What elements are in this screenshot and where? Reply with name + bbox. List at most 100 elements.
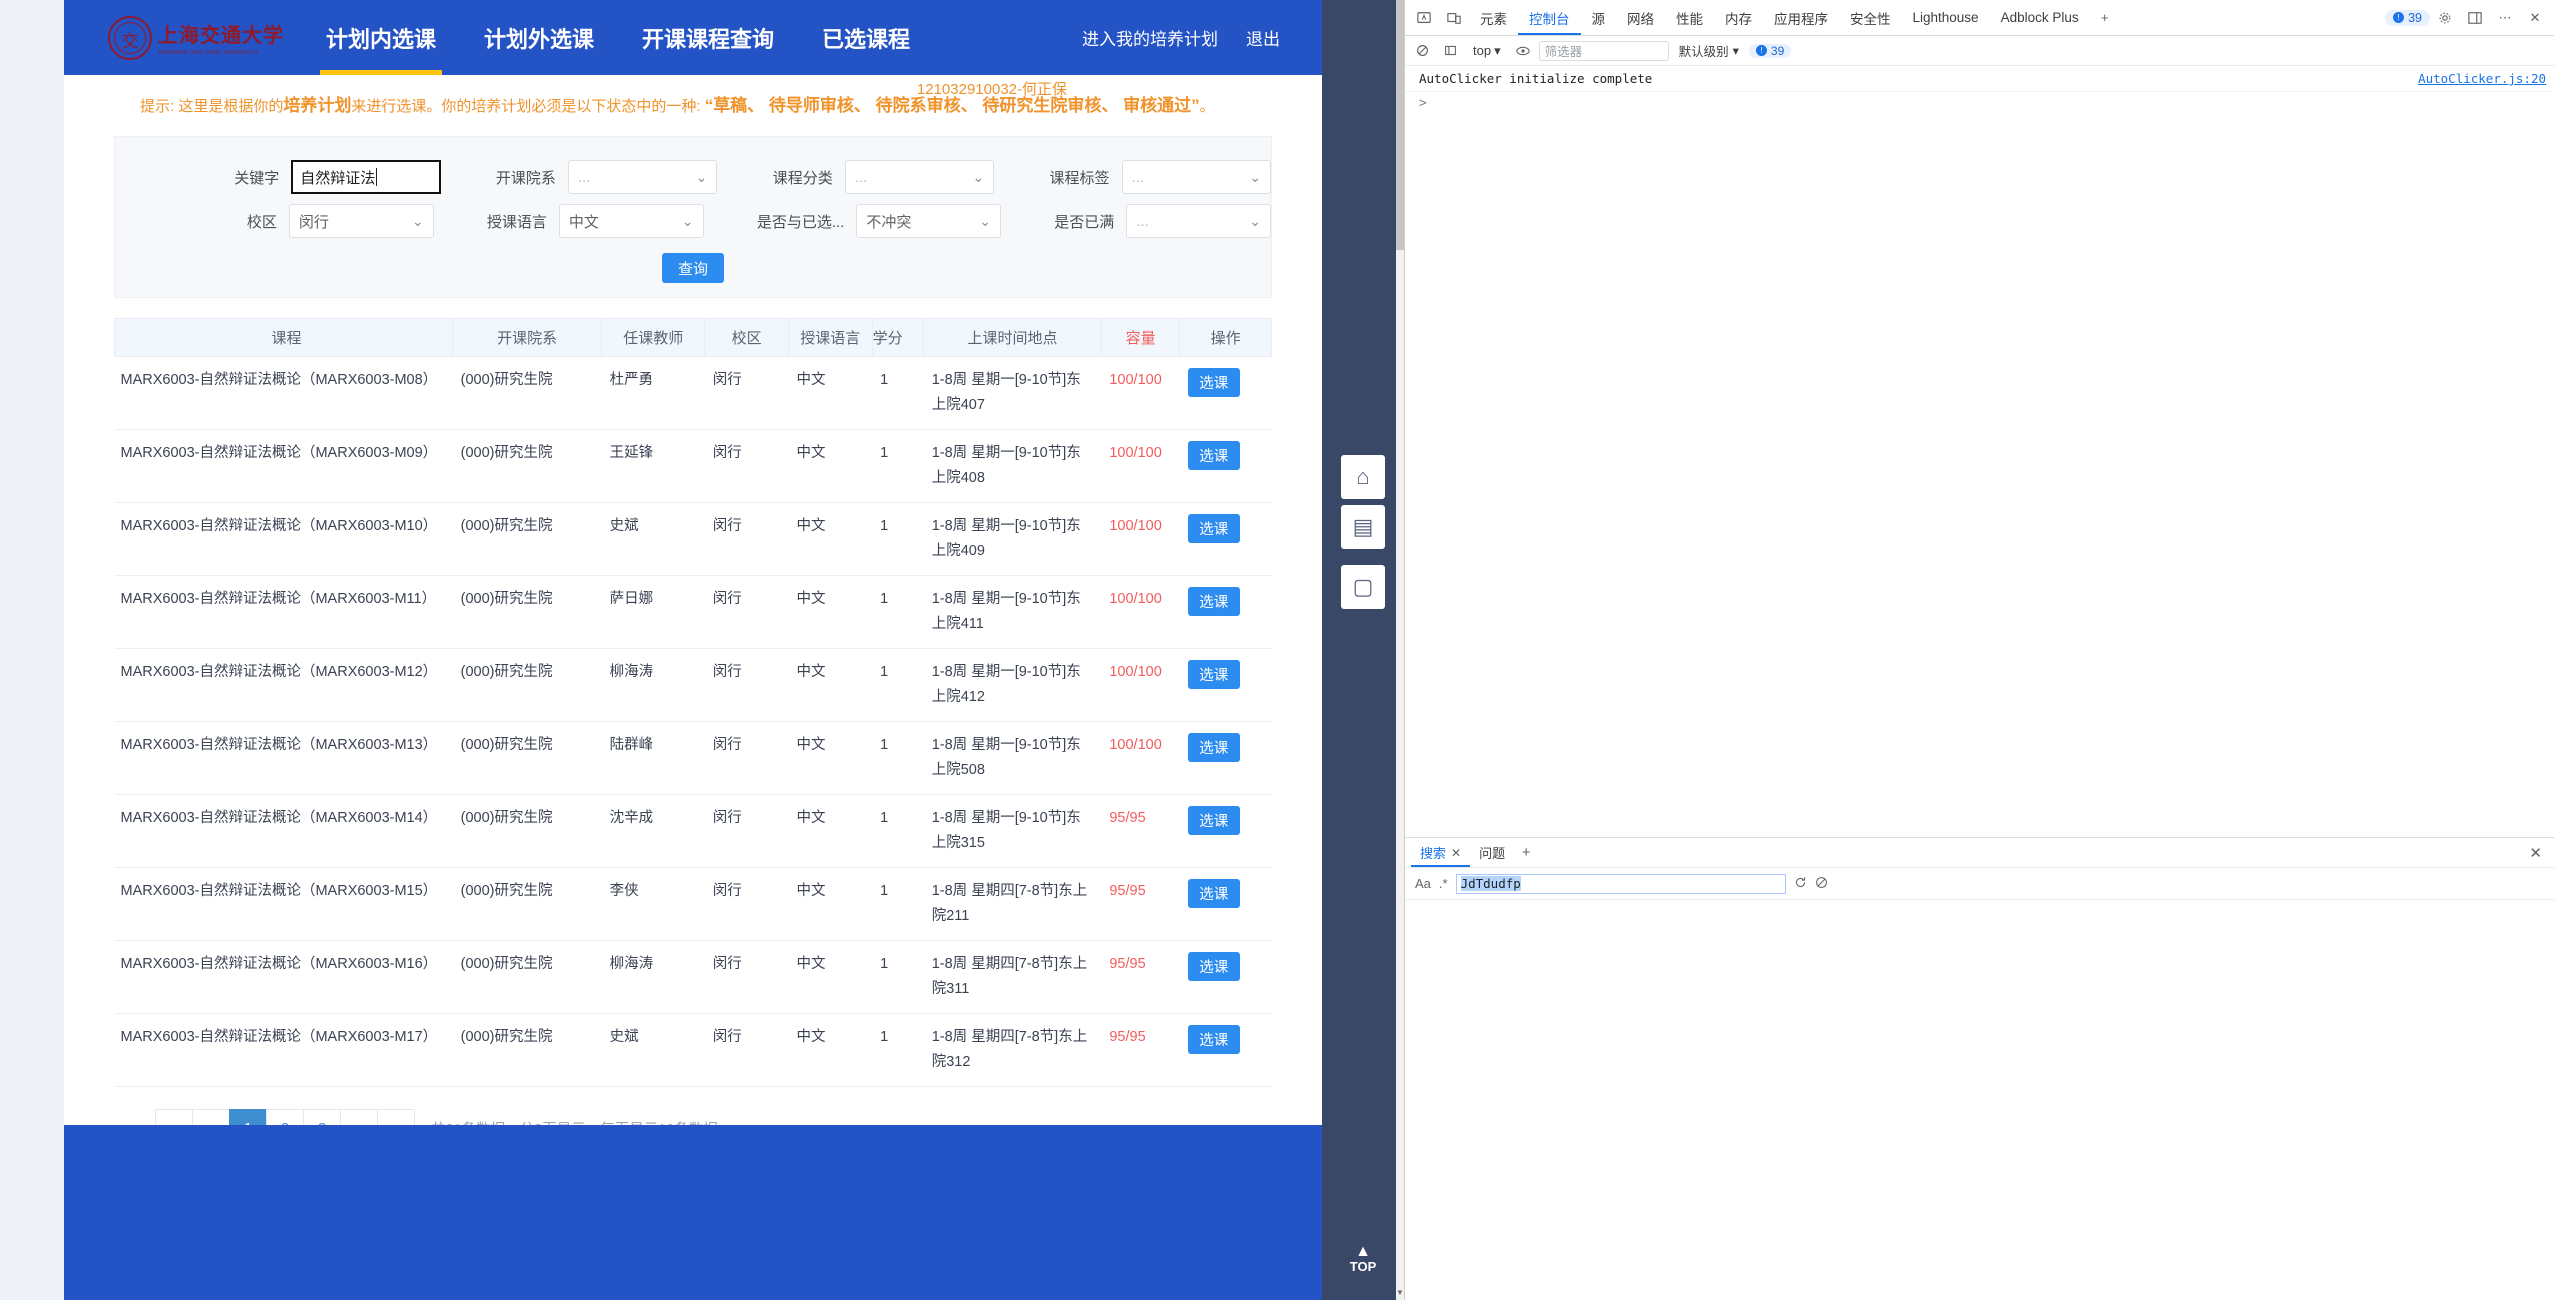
category-select[interactable]: ...⌄ <box>845 160 994 194</box>
add-drawer-tab-icon[interactable]: + <box>1514 844 1538 861</box>
nav-item-plan-courses[interactable]: 计划内选课 <box>302 0 460 75</box>
device-toolbar-icon[interactable] <box>1439 4 1469 32</box>
devtools-tabbar: 元素 控制台 源 网络 性能 内存 应用程序 安全性 Lighthouse Ad… <box>1405 0 2554 36</box>
dept-select[interactable]: ...⌄ <box>568 160 717 194</box>
drawer-tab-search[interactable]: 搜索 ✕ <box>1411 839 1470 867</box>
scroll-down-arrow-icon[interactable]: ▼ <box>1396 1286 1404 1300</box>
console-filter-input[interactable]: 筛选器 <box>1539 41 1669 61</box>
eye-icon[interactable] <box>1513 37 1533 65</box>
search-input[interactable]: JdTdudfp <box>1456 874 1786 894</box>
course-credit: 1 <box>872 649 924 722</box>
th-action: 操作 <box>1180 319 1272 357</box>
select-course-button[interactable]: 选课 <box>1188 952 1240 981</box>
site-logo[interactable]: 交 上海交通大学 SHANGHAI JIAO TONG UNIVERSITY <box>108 10 258 66</box>
settings-gear-icon[interactable] <box>2430 4 2460 32</box>
course-dept: (000)研究生院 <box>453 430 602 503</box>
select-course-button[interactable]: 选课 <box>1188 514 1240 543</box>
console-issue-pill[interactable]: ! 39 <box>1749 44 1791 58</box>
lang-select[interactable]: 中文⌄ <box>559 204 704 238</box>
tab-lighthouse[interactable]: Lighthouse <box>1902 1 1990 35</box>
console-log-row: AutoClicker initialize complete AutoClic… <box>1405 66 2554 92</box>
course-campus: 闵行 <box>705 430 789 503</box>
nav-item-selected-courses[interactable]: 已选课程 <box>798 0 934 75</box>
rail-calendar-button[interactable]: ▤ <box>1341 505 1385 549</box>
nav-link-logout[interactable]: 退出 <box>1246 25 1280 50</box>
more-options-icon[interactable]: ⋯ <box>2490 4 2520 32</box>
add-panel-icon[interactable]: + <box>2090 4 2120 32</box>
clear-search-icon[interactable] <box>1815 876 1828 892</box>
nav-item-course-query[interactable]: 开课课程查询 <box>618 0 798 75</box>
nav-link-my-plan[interactable]: 进入我的培养计划 <box>1082 25 1218 50</box>
console-output[interactable]: AutoClicker initialize complete AutoClic… <box>1405 66 2554 837</box>
execution-context-select[interactable]: top ▾ <box>1467 41 1507 61</box>
course-language: 中文 <box>788 868 872 941</box>
back-to-top-button[interactable]: ▲ TOP <box>1322 1245 1404 1274</box>
select-course-button[interactable]: 选课 <box>1188 368 1240 397</box>
course-capacity: 100/100 <box>1101 503 1179 576</box>
select-course-button[interactable]: 选课 <box>1188 587 1240 616</box>
search-input-value: JdTdudfp <box>1461 876 1521 891</box>
select-course-button[interactable]: 选课 <box>1188 806 1240 835</box>
tab-console[interactable]: 控制台 <box>1518 1 1581 35</box>
log-level-select[interactable]: 默认级别 ▾ <box>1675 41 1743 60</box>
sidebar-toggle-icon[interactable] <box>1439 37 1461 65</box>
clear-console-icon[interactable] <box>1411 37 1433 65</box>
console-input-prompt[interactable]: > <box>1405 92 2554 115</box>
course-language: 中文 <box>788 649 872 722</box>
inspect-element-icon[interactable] <box>1409 4 1439 32</box>
tab-elements[interactable]: 元素 <box>1469 1 1518 35</box>
close-drawer-icon[interactable]: ✕ <box>2529 844 2548 862</box>
console-log-source-link[interactable]: AutoClicker.js:20 <box>2418 71 2546 86</box>
keyword-input[interactable]: 自然辩证法 <box>291 160 440 194</box>
close-devtools-icon[interactable]: ✕ <box>2520 4 2550 32</box>
chevron-down-icon: ⌄ <box>972 169 984 186</box>
select-course-button[interactable]: 选课 <box>1188 441 1240 470</box>
course-teacher: 史斌 <box>602 503 705 576</box>
select-course-button[interactable]: 选课 <box>1188 879 1240 908</box>
match-case-icon[interactable]: Aa <box>1415 876 1431 891</box>
full-select[interactable]: ...⌄ <box>1126 204 1271 238</box>
select-course-button[interactable]: 选课 <box>1188 1025 1240 1054</box>
th-capacity: 容量 <box>1101 319 1179 357</box>
tab-sources[interactable]: 源 <box>1581 1 1617 35</box>
course-teacher: 柳海涛 <box>602 941 705 1014</box>
issues-counter[interactable]: ! 39 <box>2385 10 2430 26</box>
course-time-location: 1-8周 星期四[7-8节]东上院211 <box>924 868 1102 941</box>
select-course-button[interactable]: 选课 <box>1188 660 1240 689</box>
campus-label: 校区 <box>215 211 277 232</box>
tab-security[interactable]: 安全性 <box>1839 1 1902 35</box>
page-scrollbar-thumb[interactable] <box>1396 0 1404 250</box>
course-capacity: 100/100 <box>1101 430 1179 503</box>
rail-doc-button[interactable]: ▢ <box>1341 565 1385 609</box>
console-issue-count: 39 <box>1771 44 1784 58</box>
floating-side-rail: ⌂ ▤ ▢ ▲ TOP <box>1322 0 1404 1300</box>
tab-memory[interactable]: 内存 <box>1714 1 1763 35</box>
course-action-cell: 选课 <box>1180 941 1272 1014</box>
regex-icon[interactable]: .* <box>1439 876 1448 891</box>
nav-item-extra-courses[interactable]: 计划外选课 <box>460 0 618 75</box>
query-button[interactable]: 查询 <box>662 253 724 283</box>
course-time-location: 1-8周 星期四[7-8节]东上院311 <box>924 941 1102 1014</box>
tag-select[interactable]: ...⌄ <box>1122 160 1271 194</box>
select-course-button[interactable]: 选课 <box>1188 733 1240 762</box>
th-time: 上课时间地点 <box>924 319 1102 357</box>
course-name: MARX6003-自然辩证法概论（MARX6003-M10） <box>115 503 453 576</box>
drawer-tab-issues[interactable]: 问题 <box>1470 839 1514 867</box>
close-icon[interactable]: ✕ <box>1451 846 1461 860</box>
course-capacity: 95/95 <box>1101 941 1179 1014</box>
course-campus: 闵行 <box>705 576 789 649</box>
conflict-label: 是否与已选... <box>757 211 845 232</box>
tab-adblock-plus[interactable]: Adblock Plus <box>1990 1 2090 35</box>
logo-text: 上海交通大学 SHANGHAI JIAO TONG UNIVERSITY <box>158 19 284 56</box>
dock-side-icon[interactable] <box>2460 4 2490 32</box>
rail-home-button[interactable]: ⌂ <box>1341 455 1385 499</box>
campus-select[interactable]: 闵行⌄ <box>289 204 434 238</box>
tab-network[interactable]: 网络 <box>1616 1 1665 35</box>
tab-performance[interactable]: 性能 <box>1665 1 1714 35</box>
course-campus: 闵行 <box>705 357 789 430</box>
tab-application[interactable]: 应用程序 <box>1763 1 1839 35</box>
refresh-icon[interactable] <box>1794 876 1807 892</box>
conflict-select[interactable]: 不冲突⌄ <box>856 204 1001 238</box>
course-name: MARX6003-自然辩证法概论（MARX6003-M11） <box>115 576 453 649</box>
hint-bold-plan: 培养计划 <box>283 96 351 115</box>
